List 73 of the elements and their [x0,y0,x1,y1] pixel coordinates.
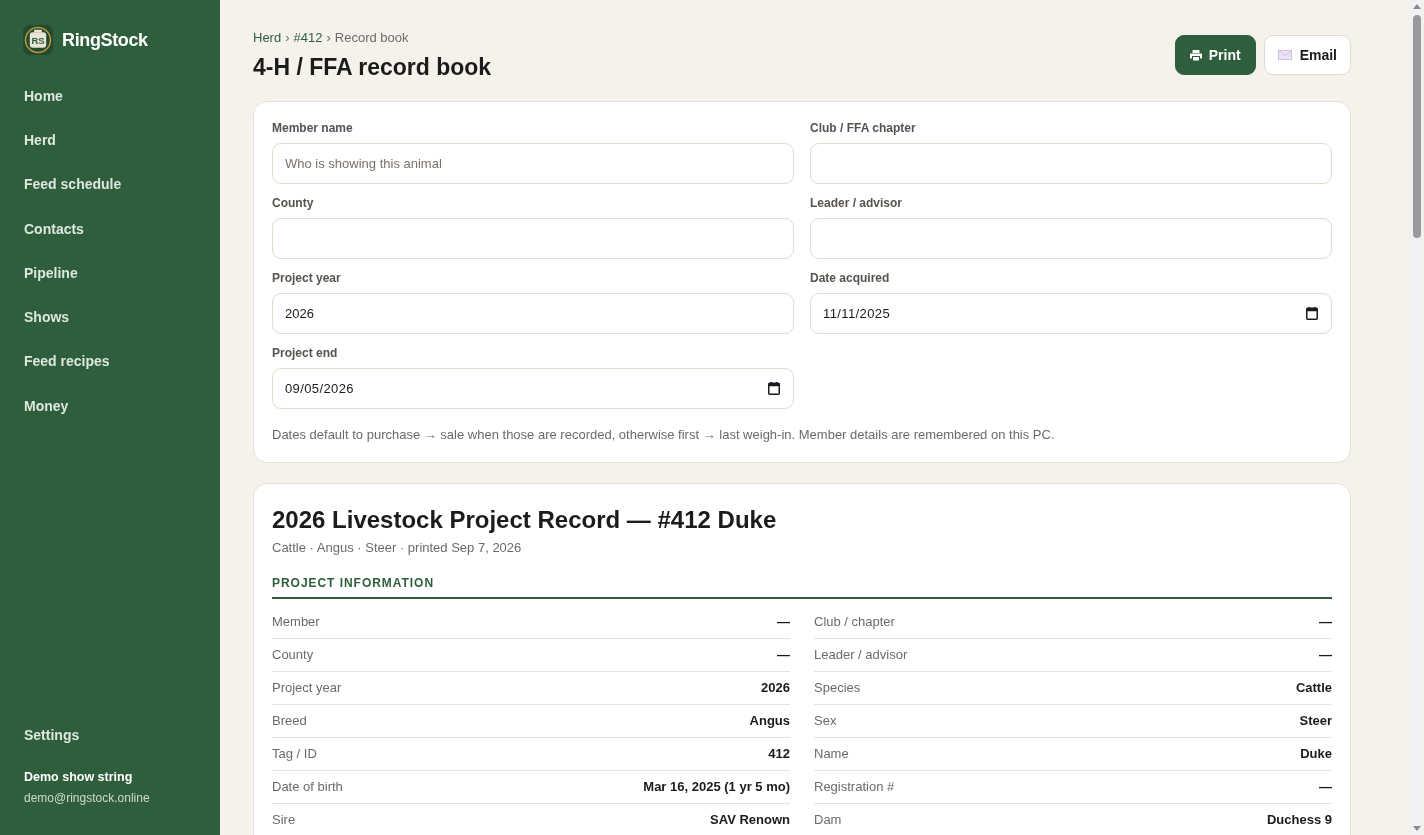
page-title: 4-H / FFA record book [253,53,492,82]
record-label: Date of birth [272,778,343,797]
nav-item[interactable]: Home [0,74,220,119]
nav-item[interactable]: Feed recipes [0,339,220,385]
record-label: Sex [814,712,837,731]
field-label: Project end [272,345,339,361]
record-value: Steer [1299,712,1332,731]
scroll-up-icon[interactable] [1413,4,1421,9]
record-title: 2026 Livestock Project Record — #412 Duke [272,505,778,535]
account-name: Demo show string [23,769,134,786]
record-label: Breed [272,712,307,731]
record-label: Name [814,745,849,764]
logo-text: RS [31,35,45,47]
field-label: Member name [272,120,354,136]
scrollbar-thumb[interactable] [1413,15,1421,238]
text-field[interactable] [810,143,1332,184]
text-field[interactable] [810,218,1332,259]
record-label: Species [814,679,861,698]
text-field[interactable] [272,218,794,259]
record-value: 412 [768,745,790,764]
email-button[interactable]: Email [1263,35,1351,75]
record-value: — [777,646,790,665]
record-value: — [777,613,790,632]
form-note: Dates default to purchase → sale when those are recorded, otherwise first → last weigh-in. Member details are remembered on this PC. [272,426,1056,444]
record-value: — [1319,778,1332,797]
envelope-icon [1277,50,1292,60]
record-label: Leader / advisor [814,646,908,665]
field-label: Project year [272,270,342,286]
record-value: Duchess 9 [1266,811,1332,830]
breadcrumb-current: Record book [334,29,409,47]
record-value: — [1319,646,1332,665]
record-value: Mar 16, 2025 (1 yr 5 mo) [643,778,790,797]
print-button[interactable]: Print [1174,35,1256,75]
nav-item[interactable]: Feed schedule [0,162,220,207]
field-label: Leader / advisor [810,195,904,211]
account-email: demo@ringstock.online [23,790,151,806]
nav-item[interactable]: Shows [0,295,220,340]
record-label: Registration # [814,778,895,797]
record-label: County [272,646,314,665]
nav-item[interactable]: Pipeline [0,251,220,296]
record-value: Cattle [1295,679,1332,698]
scrollbar[interactable] [1410,0,1424,835]
record-value: 2026 [761,679,790,698]
record-label: Sire [272,811,296,830]
record-value: — [1319,613,1332,632]
breadcrumb-separator: › [285,29,290,47]
text-field[interactable]: Who is showing this animal [272,143,794,184]
field-label: Date acquired [810,270,891,286]
text-field[interactable]: 2026 [272,293,794,334]
breadcrumb-separator: › [326,29,331,47]
printer-icon [1189,49,1202,61]
record-value: Duke [1300,745,1332,764]
field-label: Club / FFA chapter [810,120,917,136]
breadcrumb-link[interactable]: #412 [293,29,323,47]
record-value: Angus [749,712,790,731]
nav-item[interactable]: Contacts [0,206,220,252]
nav-item[interactable]: Money [0,384,220,429]
settings-link[interactable]: Settings [0,713,220,757]
app-name: RingStock [62,28,148,52]
record-value: SAV Renown [710,811,790,830]
record-label: Member [272,613,320,632]
record-subtitle: Cattle · Angus · Steer · printed Sep 7, 2026 [272,539,523,557]
scroll-down-icon[interactable] [1413,826,1421,831]
record-label: Project year [272,679,342,698]
record-label: Club / chapter [814,613,895,632]
section-heading: PROJECT INFORMATION [272,575,1332,599]
breadcrumb-link[interactable]: Herd [253,29,282,47]
date-field[interactable]: 11/11/2025 [810,293,1332,334]
field-label: County [272,195,315,211]
record-label: Dam [814,811,842,830]
date-field[interactable]: 09/05/2026 [272,368,794,409]
nav-item[interactable]: Herd [0,118,220,163]
record-label: Tag / ID [272,745,317,764]
